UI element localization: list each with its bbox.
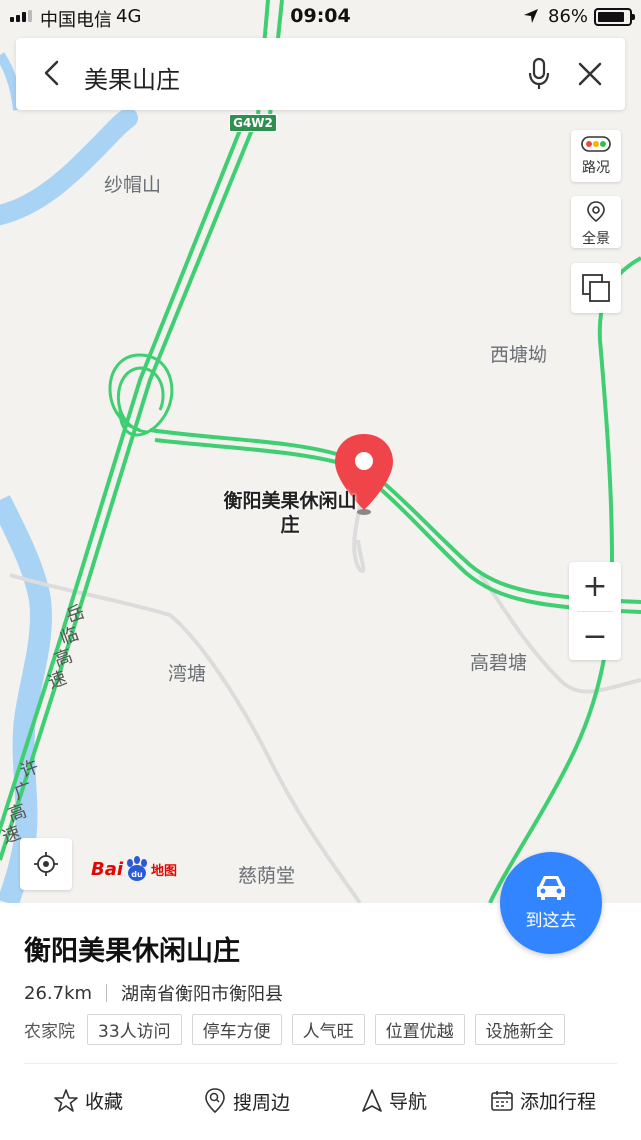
nearby-pin-icon xyxy=(205,1088,225,1114)
search-bar[interactable]: 美果山庄 xyxy=(16,38,625,110)
tag-facilities: 设施新全 xyxy=(474,1014,565,1045)
logo-bai: Bai xyxy=(91,858,124,880)
zoom-out-button[interactable]: − xyxy=(569,612,621,661)
navigation-arrow-icon xyxy=(362,1088,382,1112)
favorite-button[interactable]: 收藏 xyxy=(53,1087,123,1114)
battery-fill xyxy=(598,12,624,22)
highway-shield: G4W2 xyxy=(229,114,277,132)
search-nearby-button[interactable]: 搜周边 xyxy=(203,1087,290,1115)
add-trip-label: 添加行程 xyxy=(520,1091,597,1113)
action-bar: 收藏 搜周边 导航 添加行程 xyxy=(0,1087,641,1117)
go-here-button[interactable]: 到这去 xyxy=(500,852,602,954)
search-query[interactable]: 美果山庄 xyxy=(84,60,180,95)
layers-icon xyxy=(582,274,610,302)
calendar-icon xyxy=(491,1090,513,1111)
car-icon xyxy=(537,876,565,900)
place-tags: 农家院 33人访问 停车方便 人气旺 位置优越 设施新全 xyxy=(24,1014,575,1045)
tag-visits: 33人访问 xyxy=(87,1014,182,1045)
crosshair-icon xyxy=(34,852,58,876)
traffic-light-icon xyxy=(581,136,611,152)
panel-divider xyxy=(24,1063,617,1064)
back-arrow-icon[interactable] xyxy=(38,58,68,88)
map-label-wantang: 湾塘 xyxy=(168,663,207,685)
place-title: 衡阳美果休闲山庄 xyxy=(24,936,240,967)
close-icon[interactable] xyxy=(576,60,604,88)
baidu-paw-icon: du xyxy=(127,856,148,881)
layers-button[interactable] xyxy=(571,263,621,313)
zoom-controls: + − xyxy=(569,562,621,660)
map-label-ciyintang: 慈荫堂 xyxy=(238,865,296,887)
battery-percent: 86% xyxy=(548,6,589,27)
place-distance: 26.7km xyxy=(24,982,93,1004)
poi-label[interactable]: 衡阳美果休闲山庄 xyxy=(215,489,365,537)
place-meta: 26.7km 湖南省衡阳市衡阳县 xyxy=(24,980,283,1006)
map-label-shamaoshan: 纱帽山 xyxy=(104,174,162,196)
go-here-label: 到这去 xyxy=(525,911,577,931)
map-label-xitangao: 西塘坳 xyxy=(490,344,548,366)
panorama-label: 全景 xyxy=(582,231,610,247)
clock: 09:04 xyxy=(290,5,351,27)
search-nearby-label: 搜周边 xyxy=(233,1091,291,1114)
traffic-label: 路况 xyxy=(582,160,610,176)
tag-parking: 停车方便 xyxy=(191,1014,282,1045)
navigate-button[interactable]: 导航 xyxy=(361,1087,427,1114)
microphone-icon[interactable] xyxy=(526,56,552,92)
baidu-map-logo: Bai du 地图 xyxy=(91,856,177,882)
meta-divider xyxy=(106,984,108,1002)
add-trip-button[interactable]: 添加行程 xyxy=(490,1087,596,1114)
traffic-button[interactable]: 路况 xyxy=(571,130,621,182)
panorama-button[interactable]: 全景 xyxy=(571,196,621,248)
battery-icon xyxy=(594,8,635,26)
tag-popular: 人气旺 xyxy=(291,1014,365,1045)
status-bar: 中国电信 4G 09:04 86% xyxy=(0,0,641,34)
place-category: 农家院 xyxy=(24,1022,75,1042)
star-icon xyxy=(54,1088,78,1112)
navigate-label: 导航 xyxy=(389,1091,428,1113)
place-address: 湖南省衡阳市衡阳县 xyxy=(121,984,284,1005)
logo-du: du xyxy=(131,870,143,879)
favorite-label: 收藏 xyxy=(85,1091,124,1113)
map-label-gaobitang: 高碧塘 xyxy=(470,652,528,674)
map-view[interactable]: G4W2 纱帽山 西塘坳 湾塘 高碧塘 慈荫堂 岳 临 高 速 许 广 高 速 … xyxy=(0,0,641,903)
panorama-pin-icon xyxy=(587,201,605,223)
tag-location: 位置优越 xyxy=(374,1014,465,1045)
map-canvas xyxy=(0,0,641,903)
location-arrow-icon xyxy=(524,9,538,23)
zoom-in-button[interactable]: + xyxy=(569,562,621,611)
logo-ditu: 地图 xyxy=(151,863,178,879)
my-location-button[interactable] xyxy=(20,838,72,890)
